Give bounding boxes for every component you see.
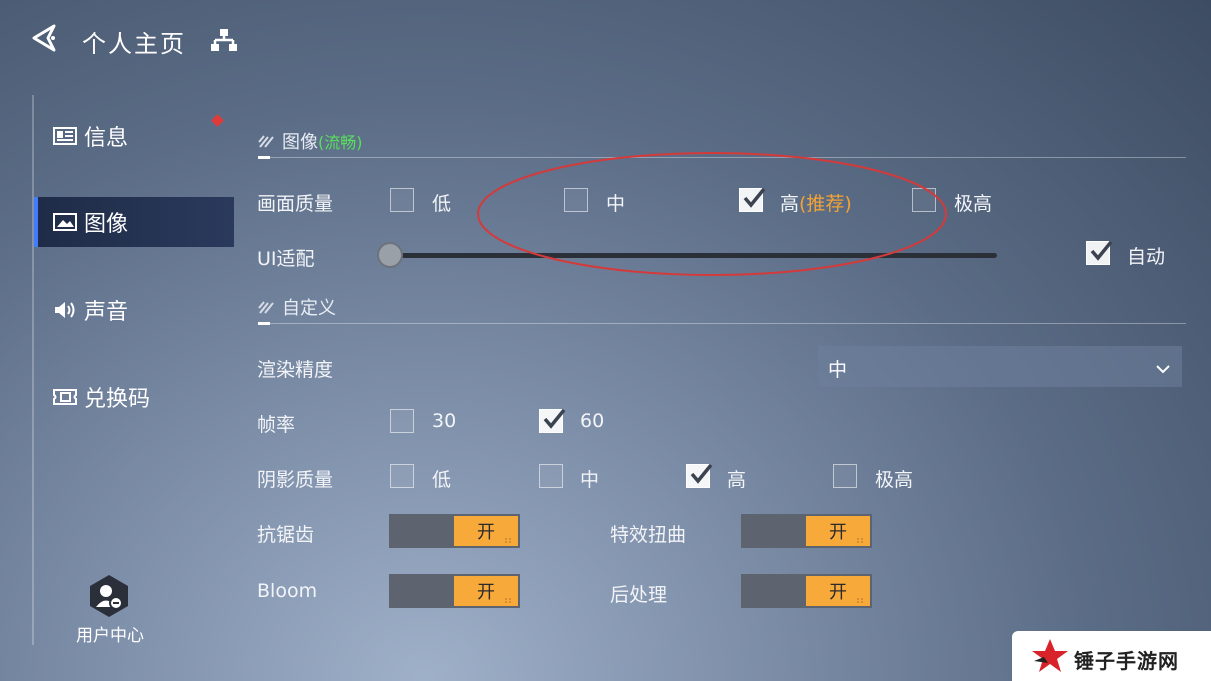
- antialias-label: 抗锯齿: [257, 524, 315, 546]
- speaker-icon: [52, 299, 78, 321]
- shadow-high-checkbox[interactable]: [686, 463, 713, 488]
- page-title: 个人主页: [82, 30, 186, 58]
- antialias-toggle[interactable]: 开: [389, 514, 520, 548]
- ticket-icon: [52, 386, 78, 408]
- checkmark-icon: [690, 463, 713, 484]
- custom-section-header: 自定义: [258, 294, 1186, 325]
- ui-fit-auto-checkbox[interactable]: [1086, 240, 1113, 265]
- sidebar-divider: [32, 95, 34, 645]
- watermark-text: 锤子手游网: [1074, 649, 1179, 673]
- grip-dots-icon: [505, 598, 511, 603]
- chevron-down-icon: [1156, 360, 1170, 374]
- back-arrow-icon[interactable]: [28, 22, 60, 54]
- grip-dots-icon: [857, 598, 863, 603]
- shadow-low-checkbox[interactable]: [390, 464, 414, 488]
- annotation-ellipse: [477, 152, 947, 276]
- ui-fit-slider-handle[interactable]: [377, 242, 403, 268]
- postprocess-toggle[interactable]: 开: [741, 574, 872, 608]
- quality-ultra-label: 极高: [954, 193, 993, 215]
- shadow-high-label: 高: [727, 469, 747, 491]
- ui-fit-auto-label: 自动: [1127, 246, 1166, 268]
- toggle-knob: 开: [806, 576, 870, 606]
- shadow-ultra-checkbox[interactable]: [833, 464, 857, 488]
- framerate-30-checkbox[interactable]: [390, 409, 414, 433]
- render-precision-dropdown[interactable]: 中: [818, 346, 1182, 387]
- image-section-subtitle: (流畅): [318, 133, 363, 152]
- postprocess-label: 后处理: [610, 584, 668, 606]
- shadow-mid-label: 中: [580, 469, 600, 491]
- toggle-knob: 开: [454, 576, 518, 606]
- grip-dots-icon: [857, 538, 863, 543]
- stripes-icon: [258, 133, 276, 149]
- framerate-60-checkbox[interactable]: [539, 408, 566, 433]
- shadow-mid-checkbox[interactable]: [539, 464, 563, 488]
- toggle-knob: 开: [454, 516, 518, 546]
- sidebar-item-label: 信息: [84, 126, 129, 151]
- bloom-toggle[interactable]: 开: [389, 574, 520, 608]
- sidebar-item-label: 兑换码: [84, 387, 151, 412]
- user-center-label: 用户中心: [76, 626, 144, 646]
- ui-fit-label: UI适配: [257, 248, 315, 270]
- sidebar-item-label: 声音: [84, 300, 129, 325]
- custom-section-title: 自定义: [282, 298, 336, 319]
- hierarchy-icon[interactable]: [208, 26, 240, 54]
- shadow-ultra-label: 极高: [875, 469, 914, 491]
- checkmark-icon: [543, 408, 566, 429]
- image-section-title: 图像: [282, 132, 318, 153]
- stripes-icon: [258, 299, 276, 315]
- quality-low-label: 低: [432, 193, 452, 215]
- bloom-label: Bloom: [257, 580, 318, 602]
- shadow-label: 阴影质量: [257, 469, 334, 491]
- render-precision-value: 中: [828, 359, 848, 381]
- image-icon: [52, 211, 78, 233]
- sidebar-item-redeem[interactable]: 兑换码: [34, 372, 234, 422]
- distortion-label: 特效扭曲: [610, 524, 687, 546]
- info-card-icon: [52, 125, 78, 147]
- framerate-30-label: 30: [432, 410, 457, 432]
- shadow-low-label: 低: [432, 469, 452, 491]
- quality-label: 画面质量: [257, 193, 334, 215]
- watermark-logo-icon: [1030, 637, 1070, 675]
- sidebar-item-image[interactable]: 图像: [34, 197, 234, 247]
- sidebar-item-info[interactable]: 信息: [34, 111, 234, 161]
- sidebar-item-sound[interactable]: 声音: [34, 285, 234, 335]
- framerate-label: 帧率: [257, 414, 296, 436]
- grip-dots-icon: [505, 538, 511, 543]
- render-precision-label: 渲染精度: [257, 359, 334, 381]
- framerate-60-label: 60: [580, 410, 605, 432]
- checkmark-icon: [1090, 240, 1113, 261]
- distortion-toggle[interactable]: 开: [741, 514, 872, 548]
- user-center-icon[interactable]: [88, 574, 130, 618]
- quality-low-checkbox[interactable]: [390, 188, 414, 212]
- sidebar-item-label: 图像: [84, 212, 129, 237]
- toggle-knob: 开: [806, 516, 870, 546]
